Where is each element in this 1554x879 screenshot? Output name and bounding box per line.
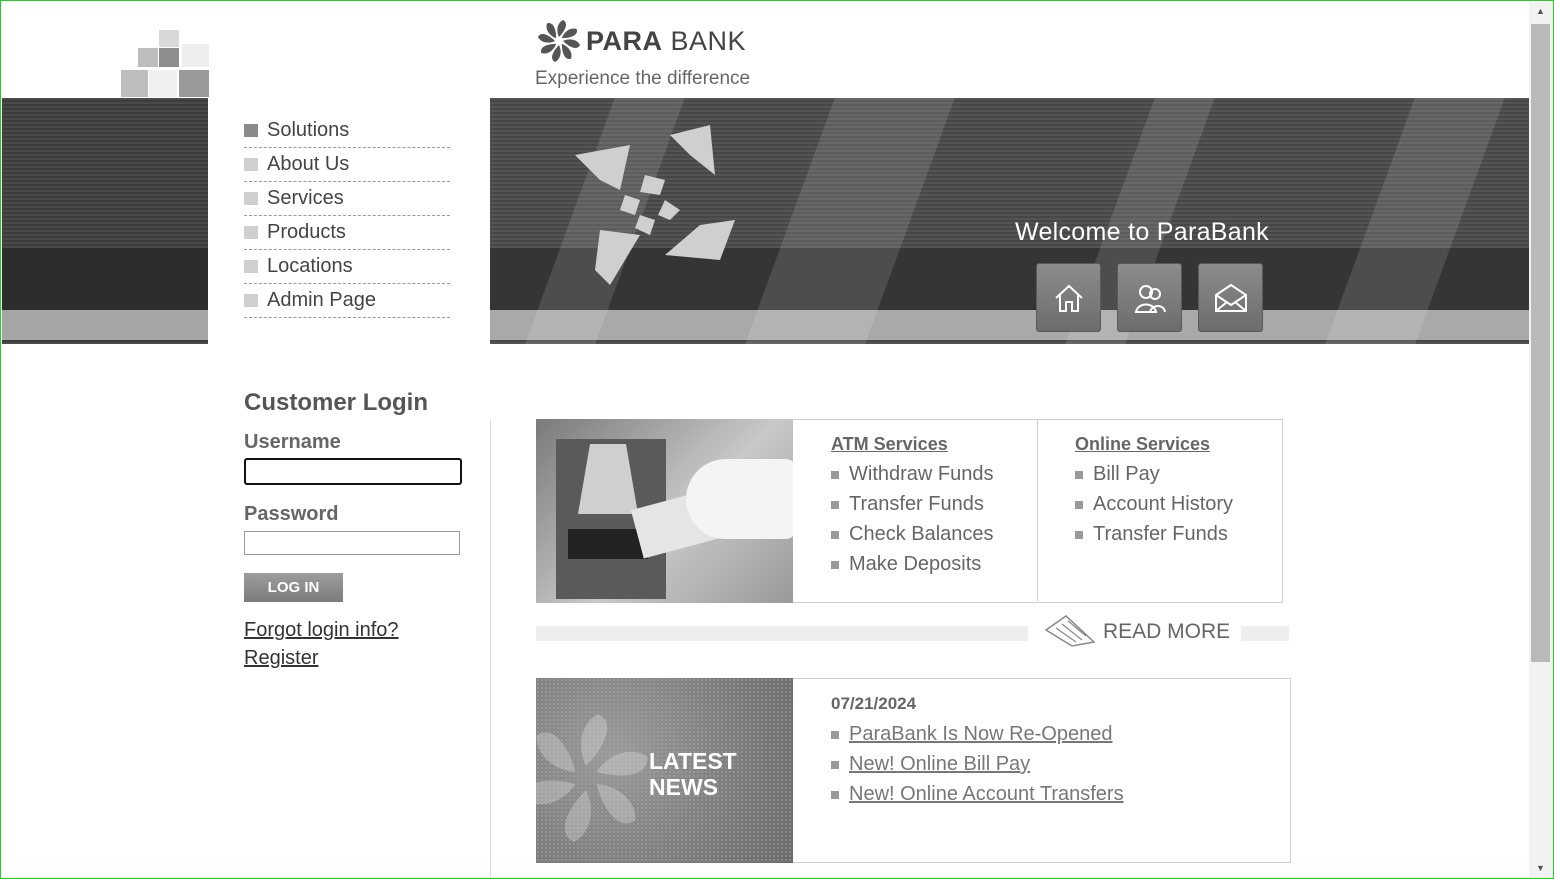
log-in-button[interactable]: LOG IN — [244, 573, 343, 602]
pinwheel-watermark-icon — [536, 714, 648, 842]
bullet-icon — [831, 530, 839, 539]
bullet-icon — [831, 730, 839, 739]
pinwheel-logo-icon — [538, 20, 580, 62]
menu-item-label: About Us — [267, 153, 350, 175]
bullet-icon — [831, 500, 839, 509]
bullet-icon — [831, 560, 839, 569]
online-item[interactable]: Bill Pay — [1075, 463, 1160, 486]
online-item[interactable]: Account History — [1075, 493, 1233, 516]
read-more-bar — [536, 626, 1028, 641]
customer-login-title: Customer Login — [244, 389, 428, 416]
online-item[interactable]: Transfer Funds — [1075, 523, 1228, 546]
document-icon — [1044, 615, 1096, 647]
home-icon — [1054, 284, 1083, 312]
home-button[interactable] — [1036, 263, 1101, 332]
atm-item[interactable]: Check Balances — [831, 523, 994, 546]
about-users-icon — [1134, 284, 1166, 313]
menu-bullet-icon — [244, 260, 258, 273]
news-date: 07/21/2024 — [831, 694, 917, 713]
services-column-divider — [1037, 420, 1038, 601]
menu-item-services[interactable]: Services — [244, 182, 450, 216]
atm-services-link[interactable]: ATM Services — [831, 434, 948, 455]
scroll-thumb[interactable] — [1531, 24, 1550, 662]
latest-news-image: LATEST NEWS — [536, 678, 793, 863]
contact-mail-icon — [1214, 283, 1247, 312]
read-more-bar — [1241, 626, 1289, 641]
menu-item-locations[interactable]: Locations — [244, 250, 450, 284]
latest-news-title: LATEST NEWS — [649, 748, 737, 800]
bullet-icon — [831, 760, 839, 769]
geometric-arrows-graphic — [575, 125, 735, 285]
left-menu: Solutions About Us Services Products Loc… — [244, 114, 450, 318]
menu-item-label: Locations — [267, 255, 353, 277]
contact-button[interactable] — [1198, 263, 1263, 332]
menu-bullet-icon — [244, 158, 258, 171]
password-label: Password — [244, 503, 339, 525]
bullet-icon — [831, 470, 839, 479]
menu-item-products[interactable]: Products — [244, 216, 450, 250]
menu-bullet-icon — [244, 226, 258, 239]
menu-item-label: Services — [267, 187, 344, 209]
header-band-left — [2, 98, 208, 344]
atm-item[interactable]: Make Deposits — [831, 553, 981, 576]
atm-item[interactable]: Withdraw Funds — [831, 463, 994, 486]
username-label: Username — [244, 431, 341, 453]
welcome-heading: Welcome to ParaBank — [1015, 218, 1269, 246]
menu-item-label: Solutions — [267, 119, 350, 141]
vertical-scrollbar[interactable]: ▲ ▼ — [1529, 2, 1552, 877]
atm-item[interactable]: Transfer Funds — [831, 493, 984, 516]
bullet-icon — [831, 790, 839, 799]
scroll-up-arrow-icon[interactable]: ▲ — [1529, 2, 1552, 20]
online-services-link[interactable]: Online Services — [1075, 434, 1210, 455]
forgot-login-link[interactable]: Forgot login info? — [244, 619, 399, 642]
menu-item-admin-page[interactable]: Admin Page — [244, 284, 450, 318]
bullet-icon — [1075, 500, 1083, 509]
menu-item-about-us[interactable]: About Us — [244, 148, 450, 182]
menu-bullet-icon — [244, 192, 258, 205]
atm-photo — [536, 419, 793, 603]
username-input[interactable] — [244, 458, 462, 485]
scroll-down-arrow-icon[interactable]: ▼ — [1529, 859, 1552, 877]
header-band-right — [490, 98, 1529, 344]
read-more-link[interactable]: READ MORE — [1103, 620, 1230, 644]
news-item-link[interactable]: New! Online Account Transfers — [831, 783, 1124, 806]
content-divider — [490, 419, 491, 879]
menu-bullet-icon — [244, 294, 258, 307]
menu-item-label: Products — [267, 221, 346, 243]
bullet-icon — [1075, 470, 1083, 479]
about-button[interactable] — [1117, 263, 1182, 332]
menu-item-solutions[interactable]: Solutions — [244, 114, 450, 148]
password-input[interactable] — [244, 531, 460, 555]
news-item-link[interactable]: New! Online Bill Pay — [831, 753, 1030, 776]
parabank-logo[interactable]: PARA BANK — [536, 18, 746, 64]
menu-bullet-icon — [244, 124, 258, 137]
news-item-link[interactable]: ParaBank Is Now Re-Opened — [831, 723, 1112, 746]
site-logo-squares — [118, 28, 213, 98]
bullet-icon — [1075, 530, 1083, 539]
register-link[interactable]: Register — [244, 647, 318, 670]
tagline: Experience the difference — [535, 68, 751, 89]
menu-item-label: Admin Page — [267, 289, 376, 311]
brand-name: PARA BANK — [586, 25, 747, 56]
